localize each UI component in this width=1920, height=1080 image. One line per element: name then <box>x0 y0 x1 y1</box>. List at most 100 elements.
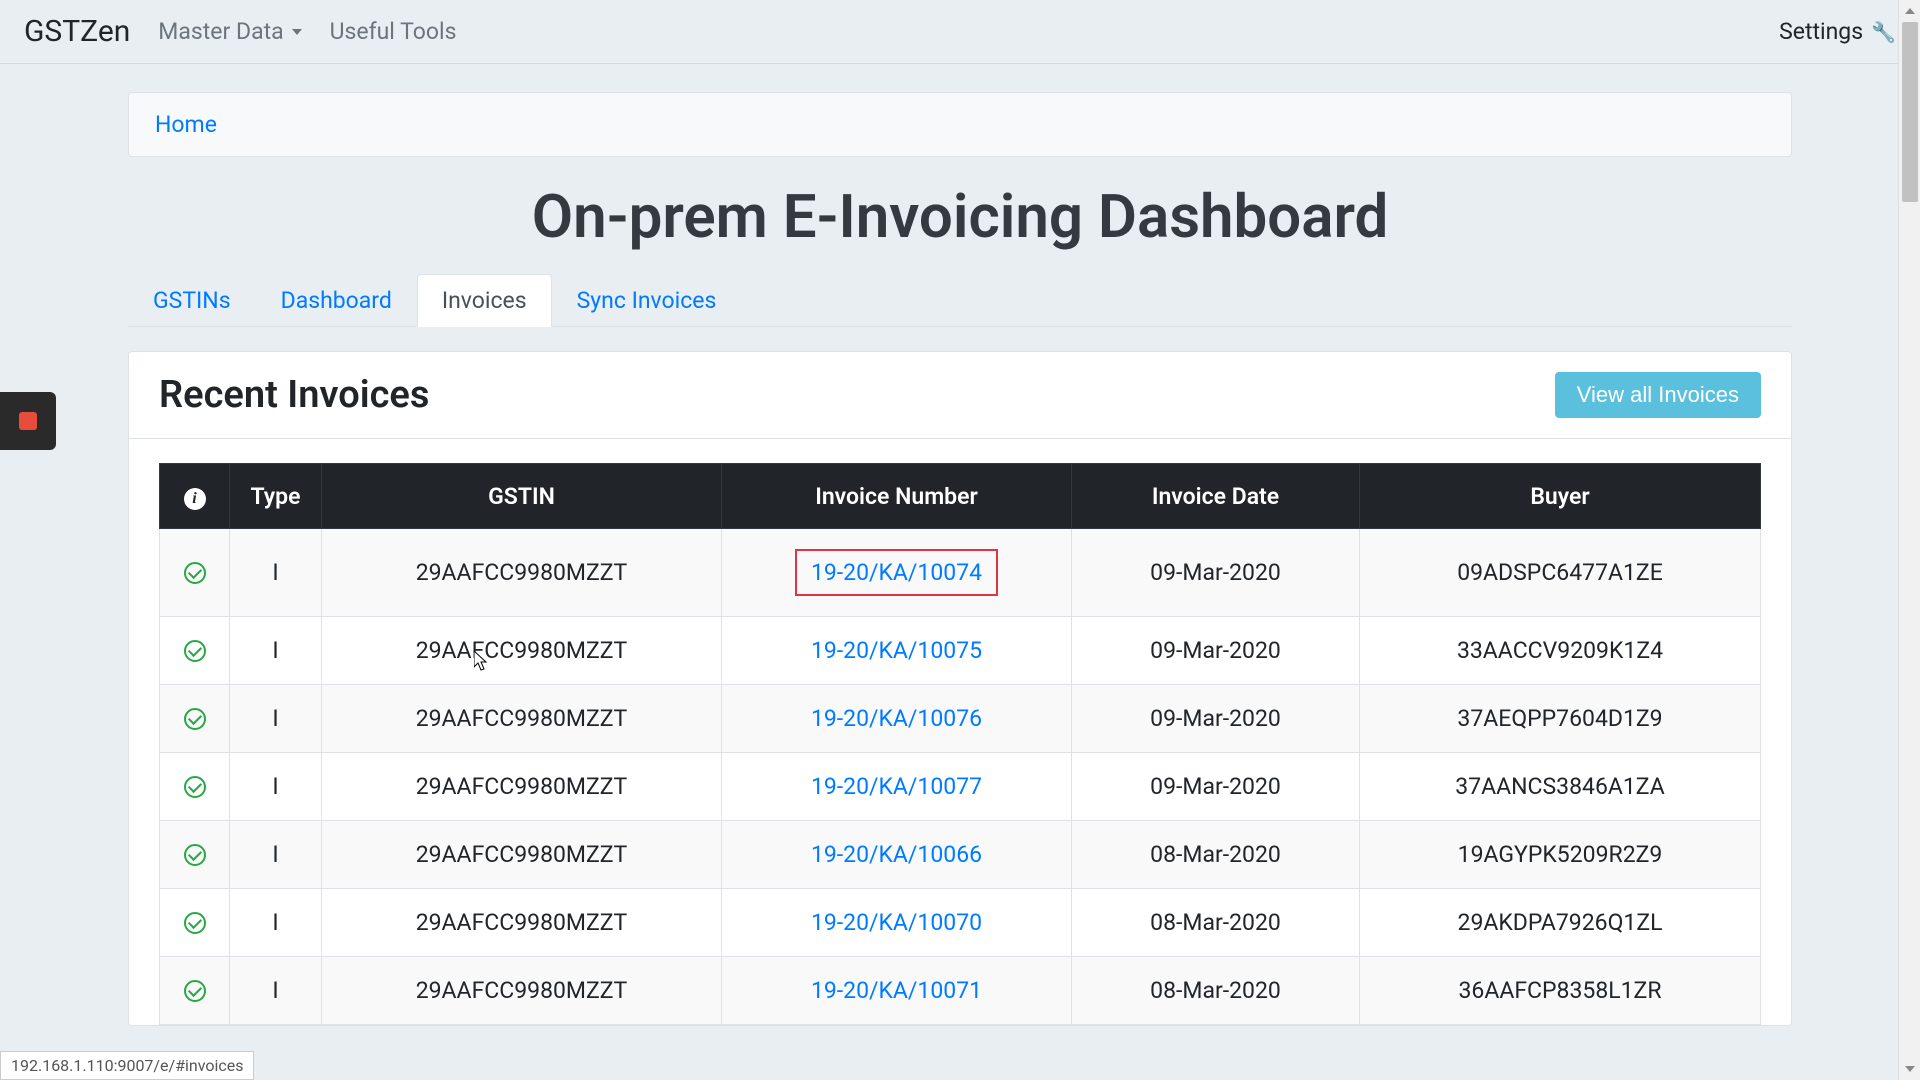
side-panel-tab[interactable] <box>0 392 56 450</box>
cell-invoice-number: 19-20/KA/10074 <box>722 529 1072 617</box>
cell-buyer: 19AGYPK5209R2Z9 <box>1360 821 1761 889</box>
table-row: I29AAFCC9980MZZT19-20/KA/1007509-Mar-202… <box>160 617 1761 685</box>
scroll-down-icon[interactable] <box>1905 1066 1915 1072</box>
table-row: I29AAFCC9980MZZT 19-20/KA/10070 08-Mar-202… <box>160 889 1761 957</box>
th-invoice-date: Invoice Date <box>1072 464 1360 529</box>
check-circle-icon <box>184 912 206 934</box>
nav-settings[interactable]: Settings 🔧 <box>1779 18 1896 45</box>
cell-invoice-number: 19-20/KA/10076 <box>722 685 1072 753</box>
cell-invoice-number: 19-20/KA/10066 <box>722 821 1072 889</box>
cell-type: I <box>230 753 322 821</box>
th-gstin: GSTIN <box>322 464 722 529</box>
cell-invoice-date: 08-Mar-2020 <box>1072 889 1360 957</box>
cell-type: I <box>230 617 322 685</box>
invoice-link[interactable]: 19-20/KA/10074 <box>795 549 998 596</box>
th-status: i <box>160 464 230 529</box>
check-circle-icon <box>184 776 206 798</box>
tab-invoices[interactable]: Invoices <box>417 274 552 327</box>
cell-gstin: 29AAFCC9980MZZT <box>322 753 722 821</box>
cell-gstin: 29AAFCC9980MZZT <box>322 889 722 957</box>
tab-sync-invoices[interactable]: Sync Invoices <box>552 274 742 327</box>
nav-settings-label: Settings <box>1779 18 1863 45</box>
wrench-icon: 🔧 <box>1871 20 1896 44</box>
navbar: GSTZen Master Data Useful Tools Settings… <box>0 0 1920 64</box>
table-row: I29AAFCC9980MZZT 19-20/KA/10066 08-Mar-202… <box>160 821 1761 889</box>
invoices-table: i Type GSTIN Invoice Number Invoice Date… <box>159 463 1761 1025</box>
tabs: GSTINs Dashboard Invoices Sync Invoices <box>128 274 1792 327</box>
breadcrumb-home[interactable]: Home <box>155 111 217 138</box>
page-title: On-prem E-Invoicing Dashboard <box>128 181 1792 252</box>
cell-status <box>160 889 230 957</box>
invoice-link[interactable]: 19-20/KA/10071 <box>811 977 982 1004</box>
check-circle-icon <box>184 980 206 1002</box>
check-circle-icon <box>184 562 206 584</box>
cell-invoice-number: 19-20/KA/10071 <box>722 957 1072 1025</box>
cell-buyer: 36AAFCP8358L1ZR <box>1360 957 1761 1025</box>
invoice-link[interactable]: 19-20/KA/10070 <box>811 909 982 936</box>
th-buyer: Buyer <box>1360 464 1761 529</box>
cell-invoice-date: 08-Mar-2020 <box>1072 957 1360 1025</box>
cell-invoice-number: 19-20/KA/10070 <box>722 889 1072 957</box>
cell-invoice-number: 19-20/KA/10075 <box>722 617 1072 685</box>
cell-type: I <box>230 529 322 617</box>
check-circle-icon <box>184 640 206 662</box>
table-row: I29AAFCC9980MZZT19-20/KA/1007709-Mar-202… <box>160 753 1761 821</box>
invoice-link[interactable]: 19-20/KA/10077 <box>811 773 982 800</box>
record-icon <box>19 412 37 430</box>
cell-status <box>160 957 230 1025</box>
check-circle-icon <box>184 844 206 866</box>
nav-master-data-label: Master Data <box>158 18 283 45</box>
cell-type: I <box>230 821 322 889</box>
cell-buyer: 09ADSPC6477A1ZE <box>1360 529 1761 617</box>
cell-buyer: 33AACCV9209K1Z4 <box>1360 617 1761 685</box>
cell-gstin: 29AAFCC9980MZZT <box>322 529 722 617</box>
brand-logo[interactable]: GSTZen <box>24 14 130 49</box>
tab-dashboard[interactable]: Dashboard <box>256 274 417 327</box>
card-title: Recent Invoices <box>159 373 429 417</box>
cell-gstin: 29AAFCC9980MZZT <box>322 821 722 889</box>
caret-down-icon <box>292 29 302 35</box>
cell-buyer: 37AEQPP7604D1Z9 <box>1360 685 1761 753</box>
table-header-row: i Type GSTIN Invoice Number Invoice Date… <box>160 464 1761 529</box>
th-invoice-number: Invoice Number <box>722 464 1072 529</box>
info-icon: i <box>184 488 206 510</box>
cell-status <box>160 617 230 685</box>
cell-status <box>160 529 230 617</box>
cell-status <box>160 685 230 753</box>
status-bar: 192.168.1.110:9007/e/#invoices <box>0 1051 254 1080</box>
breadcrumb: Home <box>128 92 1792 157</box>
table-row: I29AAFCC9980MZZT 19-20/KA/10076 09-Mar-202… <box>160 685 1761 753</box>
scroll-thumb[interactable] <box>1902 22 1918 202</box>
tab-gstins[interactable]: GSTINs <box>128 274 256 327</box>
cell-type: I <box>230 957 322 1025</box>
cell-type: I <box>230 685 322 753</box>
view-all-invoices-button[interactable]: View all Invoices <box>1555 372 1761 418</box>
nav-left: GSTZen Master Data Useful Tools <box>24 14 456 49</box>
cell-invoice-date: 09-Mar-2020 <box>1072 529 1360 617</box>
card-header: Recent Invoices View all Invoices <box>129 352 1791 439</box>
invoice-link[interactable]: 19-20/KA/10076 <box>811 705 982 732</box>
table-row: I29AAFCC9980MZZT 19-20/KA/10074 09-Mar-202… <box>160 529 1761 617</box>
cell-gstin: 29AAFCC9980MZZT <box>322 617 722 685</box>
cell-gstin: 29AAFCC9980MZZT <box>322 957 722 1025</box>
cell-buyer: 37AANCS3846A1ZA <box>1360 753 1761 821</box>
cell-gstin: 29AAFCC9980MZZT <box>322 685 722 753</box>
check-circle-icon <box>184 708 206 730</box>
recent-invoices-card: Recent Invoices View all Invoices i Type… <box>128 351 1792 1026</box>
cell-status <box>160 753 230 821</box>
invoice-link[interactable]: 19-20/KA/10066 <box>811 841 982 868</box>
cell-buyer: 29AKDPA7926Q1ZL <box>1360 889 1761 957</box>
cell-invoice-number: 19-20/KA/10077 <box>722 753 1072 821</box>
table-row: I29AAFCC9980MZZT 19-20/KA/10071 08-Mar-202… <box>160 957 1761 1025</box>
nav-useful-tools[interactable]: Useful Tools <box>330 18 457 45</box>
cell-type: I <box>230 889 322 957</box>
cell-status <box>160 821 230 889</box>
nav-master-data[interactable]: Master Data <box>158 18 301 45</box>
scrollbar[interactable] <box>1898 0 1920 1080</box>
main-container: Home On-prem E-Invoicing Dashboard GSTIN… <box>120 92 1800 1026</box>
invoice-link[interactable]: 19-20/KA/10075 <box>811 637 982 664</box>
th-type: Type <box>230 464 322 529</box>
cell-invoice-date: 08-Mar-2020 <box>1072 821 1360 889</box>
scroll-up-icon[interactable] <box>1905 8 1915 14</box>
cell-invoice-date: 09-Mar-2020 <box>1072 685 1360 753</box>
